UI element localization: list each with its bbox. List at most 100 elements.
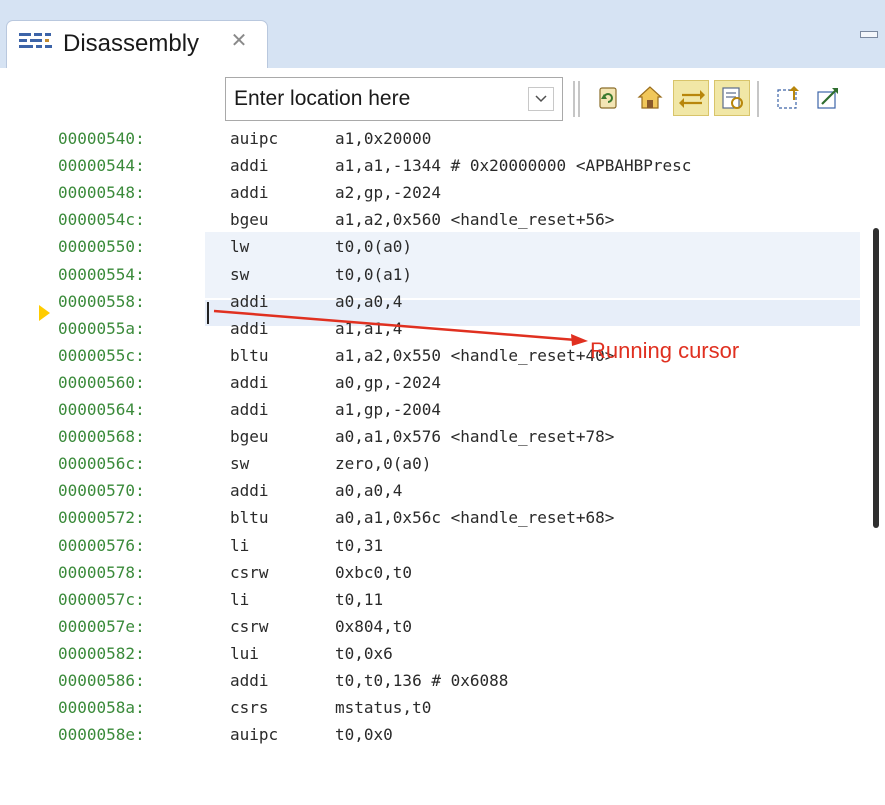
mnemonic: bltu [230, 345, 269, 365]
link-with-active-debug-context-button[interactable] [673, 80, 709, 116]
toolbar-separator [757, 81, 759, 117]
disassembly-listing[interactable]: 00000540: auipc a1,0x20000 00000544: addi a1,… [0, 124, 885, 805]
instruction-row[interactable]: 00000554: sw t0,0(a1) [0, 262, 860, 289]
address: 00000572: [58, 508, 145, 528]
address: 0000056c: [58, 454, 145, 474]
operands: a0,a0,4 [335, 481, 403, 501]
instruction-row[interactable]: 0000058e: auipc t0,0x0 [0, 722, 860, 749]
scrollbar-thumb[interactable] [873, 228, 879, 528]
instruction-row[interactable]: 00000544: addi a1,a1,-1344 # 0x20000000 <A… [0, 153, 860, 180]
disassembly-view: Disassembly ✕ Enter location here 000005… [0, 0, 885, 805]
instruction-row[interactable]: 0000057c: li t0,11 [0, 587, 860, 614]
operands: a0,a0,4 [335, 291, 403, 311]
mnemonic: sw [230, 264, 250, 284]
mnemonic: bgeu [230, 427, 269, 447]
instruction-row[interactable]: 00000564: addi a1,gp,-2004 [0, 397, 860, 424]
refresh-button[interactable] [590, 80, 626, 116]
mnemonic: bltu [230, 508, 269, 528]
toolbar-separator [573, 81, 575, 117]
mnemonic: lui [230, 643, 259, 663]
mnemonic: addi [230, 318, 269, 338]
instruction-row[interactable]: 00000548: addi a2,gp,-2024 [0, 180, 860, 207]
operands: t0,0(a0) [335, 237, 413, 257]
instruction-row[interactable]: 00000560: addi a0,gp,-2024 [0, 370, 860, 397]
text-caret [207, 302, 209, 324]
minimize-icon[interactable] [860, 31, 878, 38]
address: 00000578: [58, 562, 145, 582]
toolbar-separator [578, 81, 580, 117]
instruction-row[interactable]: 00000558: addi a0,a0,4 [0, 289, 860, 316]
location-combo[interactable] [225, 77, 563, 121]
operands: a0,a1,0x576 <handle_reset+78> [335, 427, 615, 447]
instruction-row[interactable]: 00000570: addi a0,a0,4 [0, 478, 860, 505]
toolbar [0, 68, 885, 124]
mnemonic: sw [230, 454, 250, 474]
address: 00000548: [58, 183, 145, 203]
operands: a0,gp,-2024 [335, 372, 441, 392]
refresh-icon [599, 87, 617, 109]
operands: 0x804,t0 [335, 616, 413, 636]
link-with-editor-icon [722, 87, 743, 109]
location-input[interactable] [226, 78, 516, 120]
view-tab-bar: Disassembly ✕ [0, 0, 885, 68]
address: 00000568: [58, 427, 145, 447]
instruction-row[interactable]: 00000568: bgeu a0,a1,0x576 <handle_reset+7… [0, 424, 860, 451]
open-editor-icon [817, 88, 838, 109]
mnemonic: addi [230, 372, 269, 392]
operands: a1,a2,0x550 <handle_reset+40> [335, 345, 615, 365]
instruction-row[interactable]: 00000550: lw t0,0(a0) [0, 234, 860, 261]
instruction-row[interactable]: 00000578: csrw 0xbc0,t0 [0, 560, 860, 587]
instruction-row[interactable]: 00000576: li t0,31 [0, 533, 860, 560]
tab-title: Disassembly [63, 30, 200, 57]
home-button[interactable] [632, 80, 668, 116]
location-dropdown-button[interactable] [528, 87, 554, 111]
mnemonic: lw [230, 237, 250, 257]
operands: t0,0x6 [335, 643, 393, 663]
instruction-row[interactable]: 00000540: auipc a1,0x20000 [0, 126, 860, 153]
mnemonic: csrs [230, 698, 269, 718]
operands: a1,a2,0x560 <handle_reset+56> [335, 210, 615, 230]
instruction-row[interactable]: 00000572: bltu a0,a1,0x56c <handle_reset+6… [0, 505, 860, 532]
address: 00000570: [58, 481, 145, 501]
mnemonic: csrw [230, 562, 269, 582]
address: 00000544: [58, 156, 145, 176]
instruction-row[interactable]: 0000058a: csrs mstatus,t0 [0, 695, 860, 722]
operands: t0,0(a1) [335, 264, 413, 284]
instruction-row[interactable]: 0000056c: sw zero,0(a0) [0, 451, 860, 478]
export-icon [777, 86, 799, 109]
operands: a1,gp,-2004 [335, 400, 441, 419]
tab-disassembly[interactable]: Disassembly ✕ [6, 20, 268, 68]
link-with-editor-button[interactable] [714, 80, 750, 116]
open-editor-button[interactable] [810, 80, 846, 116]
operands: zero,0(a0) [335, 454, 432, 474]
instruction-row[interactable]: 0000054c: bgeu a1,a2,0x560 <handle_reset+5… [0, 207, 860, 234]
mnemonic: li [230, 535, 250, 555]
mnemonic: addi [230, 400, 269, 419]
address: 0000054c: [58, 210, 145, 230]
address: 00000554: [58, 264, 145, 284]
operands: t0,0x0 [335, 725, 393, 745]
mnemonic: li [230, 589, 250, 609]
mnemonic: bgeu [230, 210, 269, 230]
address: 00000576: [58, 535, 145, 555]
instruction-row[interactable]: 0000057e: csrw 0x804,t0 [0, 614, 860, 641]
operands: 0xbc0,t0 [335, 562, 413, 582]
close-icon[interactable]: ✕ [227, 28, 251, 52]
operands: a1,a1,-1344 # 0x20000000 <APBAHBPresc [335, 156, 692, 176]
mnemonic: addi [230, 183, 269, 203]
operands: a1,0x20000 [335, 129, 432, 148]
operands: t0,t0,136 # 0x6088 [335, 671, 509, 690]
operands: a0,a1,0x56c <handle_reset+68> [335, 508, 615, 528]
operands: mstatus,t0 [335, 698, 432, 718]
instruction-row[interactable]: 00000586: addi t0,t0,136 # 0x6088 [0, 668, 860, 695]
operands: a1,a1,4 [335, 318, 403, 338]
address: 00000558: [58, 291, 145, 311]
address: 00000540: [58, 129, 145, 148]
instruction-row[interactable]: 00000582: lui t0,0x6 [0, 641, 860, 668]
mnemonic: auipc [230, 725, 279, 745]
annotation-label: Running cursor [590, 338, 740, 363]
export-button[interactable] [770, 80, 806, 116]
address: 0000058e: [58, 725, 145, 745]
mnemonic: addi [230, 481, 269, 501]
disassembly-icon [19, 33, 52, 48]
